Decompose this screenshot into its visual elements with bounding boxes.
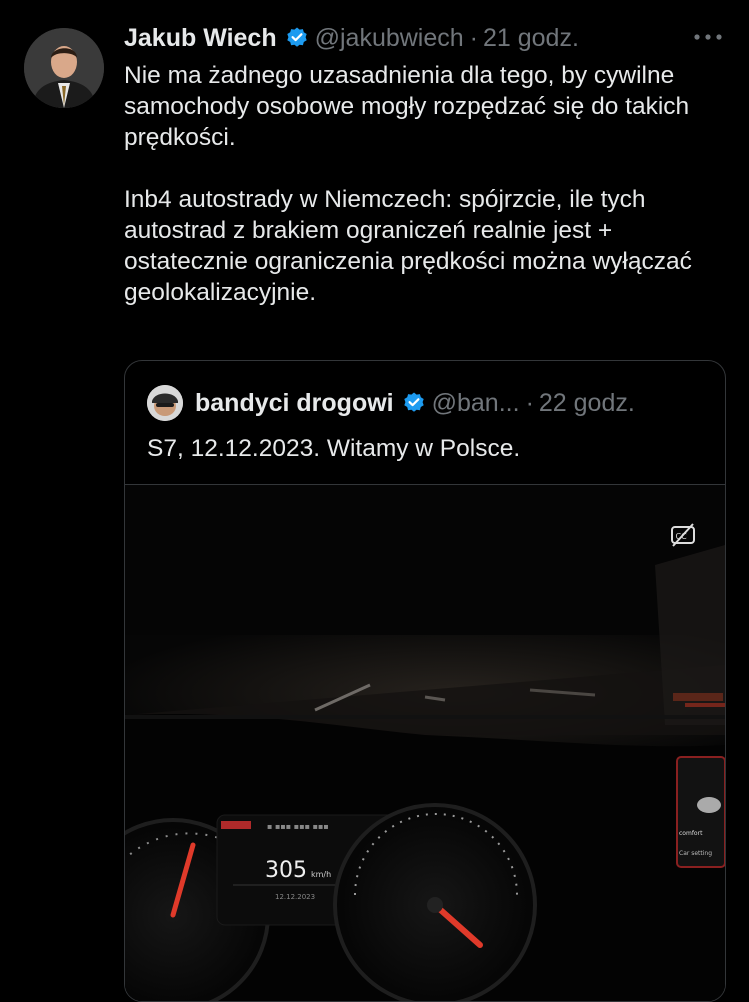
screen-comfort-label: comfort bbox=[679, 830, 703, 837]
quoted-tweet-card[interactable]: bandyci drogowi @ban... · 22 godz. S7, 1… bbox=[124, 360, 726, 1002]
svg-text:▪ ▪▪▪ ▪▪▪ ▪▪▪: ▪ ▪▪▪ ▪▪▪ ▪▪▪ bbox=[267, 822, 329, 831]
separator-dot: · bbox=[525, 388, 534, 417]
screen-car-setting-label: Car setting bbox=[679, 850, 712, 857]
closed-captions-off-icon[interactable]: CC bbox=[669, 521, 697, 549]
speed-readout: 305 bbox=[265, 858, 307, 883]
quoted-author-handle[interactable]: @ban... bbox=[432, 389, 520, 418]
tweet-paragraph: Nie ma żadnego uzasadnienia dla tego, by… bbox=[124, 62, 690, 151]
quoted-tweet-header: bandyci drogowi @ban... · 22 godz. bbox=[147, 383, 635, 423]
tweet-paragraph: Inb4 autostrady w Niemczech: spójrzcie, … bbox=[124, 186, 692, 306]
author-handle[interactable]: @jakubwiech bbox=[315, 24, 464, 53]
more-horizontal-icon[interactable] bbox=[691, 24, 725, 50]
tweet-timestamp[interactable]: 21 godz. bbox=[483, 24, 579, 53]
quoted-tweet-text: S7, 12.12.2023. Witamy w Polsce. bbox=[147, 435, 521, 462]
verified-badge-icon bbox=[402, 391, 426, 415]
tweet-text: Nie ma żadnego uzasadnienia dla tego, by… bbox=[124, 60, 734, 308]
tweet-header: Jakub Wiech @jakubwiech · 21 godz. bbox=[124, 20, 729, 56]
speed-unit: km/h bbox=[311, 870, 331, 879]
quoted-author-avatar[interactable] bbox=[147, 385, 183, 421]
separator-dot: · bbox=[469, 23, 478, 52]
author-avatar[interactable] bbox=[24, 28, 104, 108]
quoted-tweet-timestamp[interactable]: 22 godz. bbox=[539, 389, 635, 418]
author-name[interactable]: Jakub Wiech bbox=[124, 24, 277, 53]
verified-badge-icon bbox=[285, 26, 309, 50]
dashboard-date: 12.12.2023 bbox=[275, 893, 315, 901]
quoted-author-name[interactable]: bandyci drogowi bbox=[195, 389, 394, 418]
video-frame: ▪ ▪▪▪ ▪▪▪ ▪▪▪ 305 km/h 12.12.2023 comfor… bbox=[125, 485, 725, 1001]
video-player[interactable]: ▪ ▪▪▪ ▪▪▪ ▪▪▪ 305 km/h 12.12.2023 comfor… bbox=[125, 484, 725, 1001]
tweet[interactable]: Jakub Wiech @jakubwiech · 21 godz. Nie m… bbox=[0, 0, 749, 1002]
